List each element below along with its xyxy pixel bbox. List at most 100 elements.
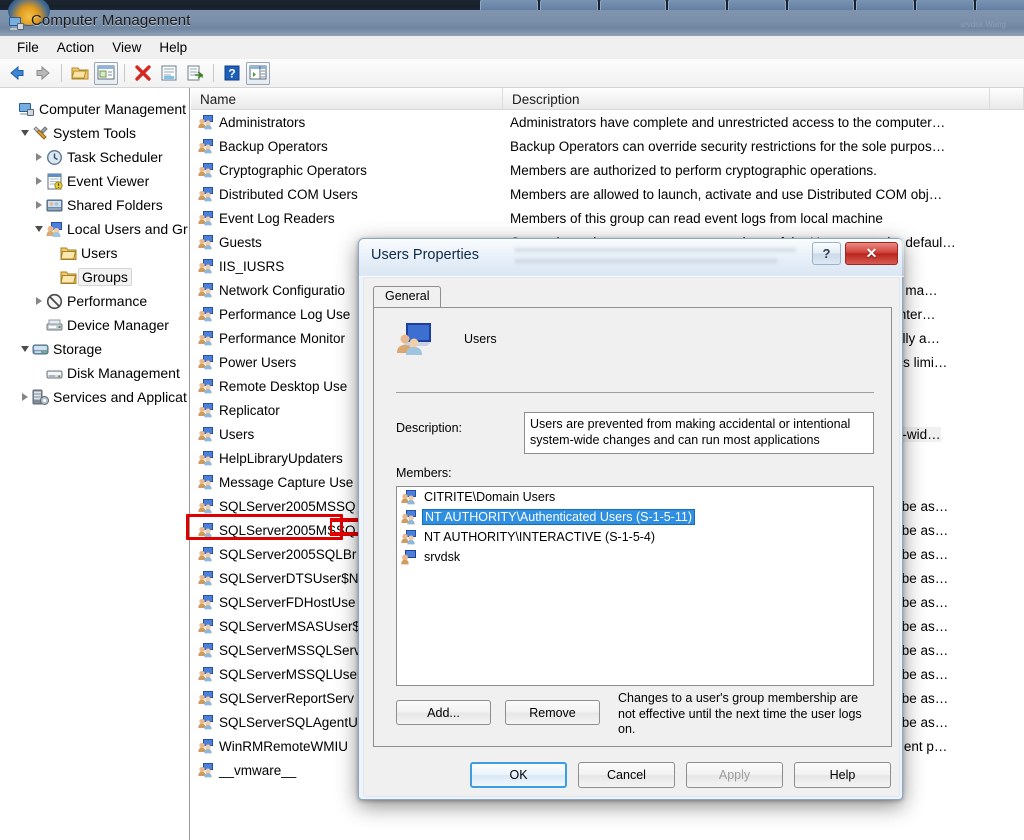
group-icon — [198, 618, 214, 634]
group-icon — [401, 509, 417, 525]
group-name-cell: Administrators — [191, 114, 503, 130]
column-header-name[interactable]: Name — [191, 88, 503, 110]
collapse-arrow-icon[interactable] — [32, 217, 46, 241]
tree-item-device-manager[interactable]: Device Manager — [0, 313, 189, 337]
help-button[interactable]: Help — [794, 762, 891, 788]
tab-general[interactable]: General — [373, 286, 442, 308]
computer-icon — [18, 101, 35, 118]
group-name-text: __vmware__ — [219, 762, 297, 778]
group-icon — [198, 762, 214, 778]
group-icon — [198, 210, 214, 226]
group-identity-row: Users — [396, 322, 497, 356]
add-button[interactable]: Add... — [396, 700, 491, 725]
group-name-text: Replicator — [219, 402, 280, 418]
tree-item-computer-management[interactable]: Computer Management — [0, 97, 189, 121]
tree-item-users[interactable]: Users — [0, 241, 189, 265]
group-icon — [198, 690, 214, 706]
users-properties-dialog[interactable]: Users Properties ? ✕ General Users Descr… — [358, 238, 904, 800]
group-name-text: Cryptographic Operators — [219, 162, 367, 178]
table-row[interactable]: Event Log Readers Members of this group c… — [191, 206, 1024, 230]
dialog-help-button[interactable]: ? — [812, 242, 841, 265]
forward-icon[interactable] — [31, 62, 55, 85]
help-icon[interactable]: ? — [220, 62, 244, 85]
tree-item-label: Users — [81, 245, 118, 261]
tree-item-event-viewer[interactable]: Event Viewer — [0, 169, 189, 193]
expand-arrow-icon[interactable] — [18, 385, 32, 409]
group-icon — [198, 378, 214, 394]
tree-item-label: Disk Management — [67, 365, 180, 381]
member-list-item[interactable]: NT AUTHORITY\Authenticated Users (S-1-5-… — [397, 507, 873, 527]
tree-item-label: Computer Management — [39, 101, 187, 117]
tree-item-storage[interactable]: Storage — [0, 337, 189, 361]
table-row[interactable]: Distributed COM Users Members are allowed… — [191, 182, 1024, 206]
show-action-pane-icon[interactable] — [246, 61, 270, 85]
local-users-icon — [46, 221, 63, 238]
back-icon[interactable] — [5, 62, 29, 85]
folder-icon — [60, 269, 77, 286]
collapse-arrow-icon[interactable] — [18, 337, 32, 361]
dialog-titlebar: Users Properties ? ✕ — [359, 239, 904, 277]
group-name-cell: Cryptographic Operators — [191, 162, 503, 178]
cancel-button[interactable]: Cancel — [578, 762, 675, 788]
console-tree[interactable]: Computer Management System Tools Task Sche… — [0, 97, 189, 409]
tree-item-label: Local Users and Gr — [67, 221, 188, 237]
group-icon — [198, 546, 214, 562]
expand-arrow-icon[interactable] — [32, 193, 46, 217]
description-label: Description: — [396, 421, 462, 435]
tree-item-label: Services and Applicat — [53, 389, 187, 405]
show-hide-tree-icon[interactable] — [94, 61, 118, 85]
tree-item-groups[interactable]: Groups — [0, 265, 189, 289]
dialog-close-button[interactable]: ✕ — [845, 242, 898, 265]
up-folder-icon[interactable] — [68, 62, 92, 85]
delete-icon[interactable] — [131, 62, 155, 85]
list-header[interactable]: Name Description — [191, 88, 1024, 110]
members-listbox[interactable]: CITRITE\Domain Users NT AUTHORITY\Authent… — [396, 486, 874, 686]
menu-item-help[interactable]: Help — [150, 38, 196, 57]
description-input[interactable]: Users are prevented from making accident… — [524, 412, 874, 454]
expand-arrow-icon[interactable] — [32, 289, 46, 313]
menubar[interactable]: File Action View Help — [0, 36, 1024, 59]
tree-item-performance[interactable]: Performance — [0, 289, 189, 313]
properties-icon[interactable] — [157, 62, 181, 85]
group-icon — [198, 498, 214, 514]
column-header-description[interactable]: Description — [503, 88, 990, 110]
console-tree-pane[interactable]: Computer Management System Tools Task Sche… — [0, 88, 190, 840]
device-manager-icon — [46, 317, 63, 334]
menu-item-action[interactable]: Action — [48, 38, 104, 57]
expand-arrow-icon[interactable] — [32, 145, 46, 169]
table-row[interactable]: Administrators Administrators have comple… — [191, 110, 1024, 134]
tree-item-shared-folders[interactable]: Shared Folders — [0, 193, 189, 217]
member-list-item[interactable]: NT AUTHORITY\INTERACTIVE (S-1-5-4) — [397, 527, 873, 547]
tree-item-local-users-and-gr[interactable]: Local Users and Gr — [0, 217, 189, 241]
menu-item-view[interactable]: View — [103, 38, 150, 57]
expand-arrow-icon[interactable] — [32, 169, 46, 193]
tree-item-system-tools[interactable]: System Tools — [0, 121, 189, 145]
group-name-text: SQLServer2005MSSQ — [219, 522, 356, 538]
remove-button[interactable]: Remove — [505, 700, 600, 725]
tree-item-label: Groups — [78, 268, 132, 286]
table-row[interactable]: Backup Operators Backup Operators can ove… — [191, 134, 1024, 158]
export-list-icon[interactable] — [183, 62, 207, 85]
window-title: Computer Management — [31, 12, 191, 29]
dialog-tabstrip[interactable]: General — [373, 286, 892, 308]
toolbar-separator — [213, 64, 214, 82]
user-icon — [401, 549, 417, 565]
column-header-extra[interactable] — [990, 88, 1024, 110]
divider — [396, 392, 874, 393]
ok-button[interactable]: OK — [470, 762, 567, 788]
member-list-item[interactable]: CITRITE\Domain Users — [397, 487, 873, 507]
group-description-cell: Members are allowed to launch, activate … — [510, 186, 943, 202]
collapse-arrow-icon[interactable] — [18, 121, 32, 145]
tree-item-task-scheduler[interactable]: Task Scheduler — [0, 145, 189, 169]
table-row[interactable]: Cryptographic Operators Members are autho… — [191, 158, 1024, 182]
menu-item-file[interactable]: File — [8, 38, 48, 57]
group-name-text: Guests — [219, 234, 262, 250]
group-name-text: IIS_IUSRS — [219, 258, 285, 274]
membership-hint-text: Changes to a user's group membership are… — [618, 691, 862, 736]
member-list-item[interactable]: srvdsk — [397, 547, 873, 567]
toolbar[interactable]: ? — [0, 59, 1024, 88]
group-icon — [198, 258, 214, 274]
tree-item-disk-management[interactable]: Disk Management — [0, 361, 189, 385]
tree-item-services-and-applicat[interactable]: Services and Applicat — [0, 385, 189, 409]
group-icon — [198, 354, 214, 370]
